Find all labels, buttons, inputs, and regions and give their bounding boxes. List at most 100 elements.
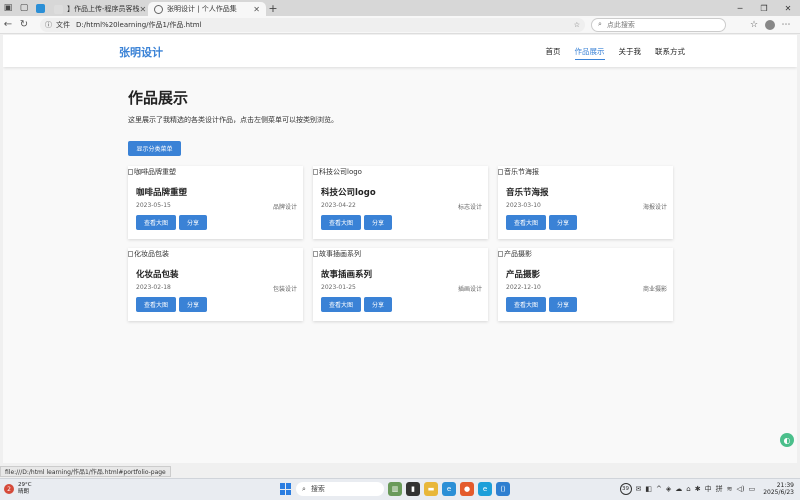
work-title: 化妆品包装 [136,270,179,280]
url-text: D:/html%20learning/作品1/作品.html [76,20,202,29]
site-header: 张明设计 首页 作品展示 关于我 联系方式 [3,35,797,67]
share-button[interactable]: 分享 [364,215,392,230]
nav-contact[interactable]: 联系方式 [655,46,685,60]
city-widget-icon[interactable]: ▥ [388,482,402,496]
start-windows-icon[interactable] [280,483,292,495]
tab-favicon-icon [54,4,63,14]
share-button[interactable]: 分享 [179,215,207,230]
broken-image[interactable]: 故事插画系列 [313,249,361,259]
address-bar-row: ← ↻ ⓘ 文件 D:/html%20learning/作品1/作品.html … [0,16,800,34]
workspaces-icon[interactable]: ▣ [0,0,16,16]
clock-time: 21:39 [776,482,794,489]
volume-icon[interactable]: ◁) [736,485,744,493]
broken-image[interactable]: 科技公司logo [313,167,362,177]
system-clock[interactable]: 21:39 2025/6/23 [763,482,794,496]
overflow-chevron-icon[interactable]: ^ [656,485,662,493]
chrome-app-icon[interactable]: ● [460,482,474,496]
ime-mode[interactable]: 拼 [716,484,723,494]
view-large-button[interactable]: 查看大图 [506,215,546,230]
cloud-icon[interactable]: ☁ [675,485,682,493]
portfolio-grid: 咖啡品牌重塑 咖啡品牌重塑 2023-05-15 品牌设计 查看大图 分享 科技公… [128,166,673,321]
back-icon[interactable]: ← [0,19,16,30]
browser-tab-portfolio[interactable]: 张明设计 | 个人作品集 ✕ [148,2,266,16]
ime-language[interactable]: 中 [705,484,712,494]
share-button[interactable]: 分享 [549,297,577,312]
work-card: 化妆品包装 化妆品包装 2023-02-18 包装设计 查看大图 分享 [128,248,303,321]
bluetooth-icon[interactable]: ✱ [695,485,701,493]
broken-image-icon [128,169,133,175]
close-icon[interactable]: ✕ [140,5,147,14]
info-icon[interactable]: ⓘ [45,20,52,30]
broken-image[interactable]: 化妆品包装 [128,249,169,259]
work-title: 音乐节海报 [506,188,549,198]
share-button[interactable]: 分享 [364,297,392,312]
broken-image[interactable]: 产品摄影 [498,249,532,259]
globe-icon [154,4,163,14]
notification-badge[interactable]: 39 [619,483,632,495]
view-large-button[interactable]: 查看大图 [136,215,176,230]
site-logo[interactable]: 张明设计 [119,44,163,60]
address-input[interactable]: ⓘ 文件 D:/html%20learning/作品1/作品.html ☆ [40,17,585,32]
nav-home[interactable]: 首页 [546,46,561,60]
new-tab-button[interactable]: + [266,2,280,15]
image-alt-text: 音乐节海报 [504,168,539,176]
view-large-button[interactable]: 查看大图 [321,297,361,312]
weather-widget[interactable]: 2 29°C 晴朗 [4,482,32,496]
image-alt-text: 科技公司logo [319,168,362,176]
view-large-button[interactable]: 查看大图 [506,297,546,312]
broken-image-icon [498,251,503,257]
broken-image-icon [128,251,133,257]
broken-image[interactable]: 咖啡品牌重塑 [128,167,176,177]
favorites-icon[interactable]: ☆ [746,20,762,30]
work-card: 故事插画系列 故事插画系列 2023-01-25 插画设计 查看大图 分享 [313,248,488,321]
network-icon[interactable]: ⌂ [686,485,690,493]
sidebar-assistant-icon[interactable]: ◐ [780,433,794,447]
work-date: 2023-02-18 [136,284,171,291]
more-menu-icon[interactable]: ⋯ [778,20,794,30]
page-description: 这里展示了我精选的各类设计作品，点击左侧菜单可以按类别浏览。 [128,116,338,124]
edge-browser-icon[interactable]: e [442,482,456,496]
page-title: 作品展示 [128,89,189,107]
work-date: 2023-03-10 [506,202,541,209]
refresh-icon[interactable]: ↻ [16,19,32,30]
work-title: 科技公司logo [321,188,376,198]
maximize-icon[interactable]: ❐ [752,0,776,16]
work-category: 商业摄影 [642,286,667,293]
pinned-tab-icon[interactable] [32,0,48,16]
window-controls: ─ ❐ ✕ [728,0,800,16]
file-explorer-icon[interactable]: ▬ [424,482,438,496]
work-category: 包装设计 [272,286,297,293]
share-button[interactable]: 分享 [179,297,207,312]
browser-search-input[interactable]: ⌕ 点此搜索 [591,17,726,32]
shield-icon[interactable]: ◈ [666,485,671,493]
image-alt-text: 故事插画系列 [319,250,361,258]
weather-condition: 晴朗 [18,489,30,495]
vscode-icon[interactable]: ⟨⟩ [496,482,510,496]
terminal-icon[interactable]: ▮ [406,482,420,496]
share-button[interactable]: 分享 [549,215,577,230]
work-category: 标志设计 [457,204,482,211]
work-title: 故事插画系列 [321,270,373,280]
close-icon[interactable]: ✕ [253,5,260,14]
tab-actions-icon[interactable]: ▢ [16,0,32,16]
app-tray-icon[interactable]: ✉ [636,485,642,493]
edge-active-icon[interactable]: e [478,482,492,496]
view-large-button[interactable]: 查看大图 [136,297,176,312]
nav-portfolio[interactable]: 作品展示 [574,46,605,60]
favorite-star-icon[interactable]: ☆ [574,21,580,29]
search-icon: ⌕ [302,484,306,493]
browser-tab-upload[interactable]: 】作品上传-程序员客栈 ✕ [48,2,148,16]
close-window-icon[interactable]: ✕ [776,0,800,16]
taskbar-search-input[interactable]: ⌕ 搜索 [296,482,384,496]
minimize-icon[interactable]: ─ [728,0,752,16]
nav-about[interactable]: 关于我 [619,46,642,60]
capture-icon[interactable]: ◧ [645,485,652,493]
search-icon: ⌕ [598,20,602,28]
view-large-button[interactable]: 查看大图 [321,215,361,230]
tab-title: 张明设计 | 个人作品集 [167,5,237,13]
broken-image[interactable]: 音乐节海报 [498,167,539,177]
profile-avatar[interactable] [765,19,775,30]
wifi-icon[interactable]: ≋ [727,485,733,493]
show-category-menu-button[interactable]: 显示分类菜单 [128,141,181,156]
battery-icon[interactable]: ▭ [749,485,756,493]
